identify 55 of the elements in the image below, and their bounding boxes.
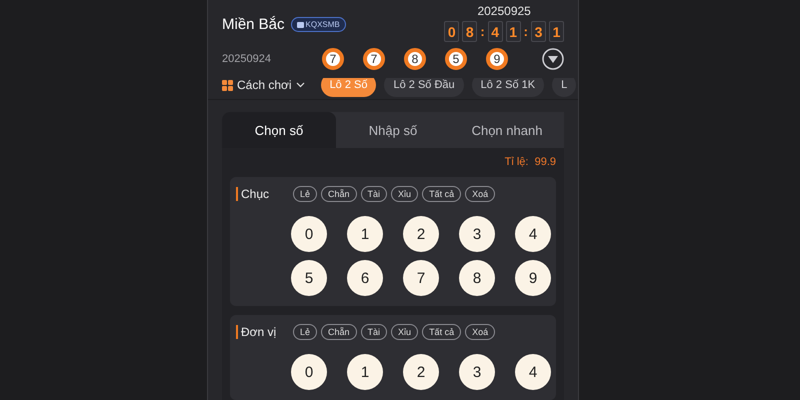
number-ball[interactable]: 5 bbox=[291, 260, 327, 296]
countdown-separator: : bbox=[480, 24, 485, 39]
filter-button[interactable]: Chẵn bbox=[321, 324, 357, 340]
countdown-digit: 8 bbox=[462, 21, 478, 42]
result-ball: 7 bbox=[363, 48, 385, 70]
play-type-tab[interactable]: L bbox=[552, 78, 576, 97]
number-ball[interactable]: 7 bbox=[403, 260, 439, 296]
mode-tab[interactable]: Chọn số bbox=[222, 112, 336, 148]
filter-button[interactable]: Xoá bbox=[465, 186, 496, 202]
chevron-down-icon bbox=[296, 82, 305, 88]
number-ball[interactable]: 6 bbox=[347, 260, 383, 296]
number-ball[interactable]: 9 bbox=[515, 260, 551, 296]
number-ball[interactable]: 0 bbox=[291, 216, 327, 252]
result-ball: 9 bbox=[486, 48, 508, 70]
filter-button[interactable]: Lẻ bbox=[293, 186, 318, 202]
region-title: Miền Bắc bbox=[222, 16, 285, 33]
number-ball[interactable]: 2 bbox=[403, 354, 439, 390]
grid-icon bbox=[222, 80, 233, 90]
odds-label: Tỉ lệ: 99.9 bbox=[504, 156, 556, 168]
result-ball: 5 bbox=[445, 48, 467, 70]
play-menu-button[interactable]: Cách chơi bbox=[222, 78, 305, 92]
number-ball[interactable]: 4 bbox=[515, 354, 551, 390]
filter-button[interactable]: Xỉu bbox=[391, 324, 418, 340]
filter-button[interactable]: Xỉu bbox=[391, 186, 418, 202]
countdown-separator: : bbox=[524, 24, 528, 39]
result-ball: 7 bbox=[322, 48, 344, 70]
filter-button[interactable]: Tất cả bbox=[422, 186, 462, 202]
countdown-digit: 4 bbox=[488, 21, 503, 42]
number-ball[interactable]: 1 bbox=[347, 354, 383, 390]
filter-button[interactable]: Xoá bbox=[465, 324, 496, 340]
number-ball[interactable]: 8 bbox=[459, 260, 495, 296]
result-ball: 8 bbox=[404, 48, 426, 70]
section-title: Đơn vị bbox=[236, 325, 289, 339]
countdown-digit: 0 bbox=[444, 21, 460, 42]
play-type-tab[interactable]: Lô 2 Số 1K bbox=[472, 78, 544, 97]
filter-button[interactable]: Chẵn bbox=[321, 186, 357, 202]
filter-button[interactable]: Tài bbox=[360, 186, 388, 202]
filter-button[interactable]: Lẻ bbox=[293, 324, 318, 340]
last-draw-date: 20250924 bbox=[222, 53, 272, 65]
badge-label: KQXSMB bbox=[306, 20, 340, 29]
section-title: Chục bbox=[236, 187, 289, 201]
filter-button[interactable]: Tài bbox=[360, 324, 388, 340]
filter-button[interactable]: Tất cả bbox=[422, 324, 462, 340]
number-ball[interactable]: 1 bbox=[347, 216, 383, 252]
number-ball[interactable]: 2 bbox=[403, 216, 439, 252]
number-ball[interactable]: 3 bbox=[459, 216, 495, 252]
next-draw-date: 20250925 bbox=[477, 4, 531, 18]
play-type-tab[interactable]: Lô 2 Số Đầu bbox=[384, 78, 464, 97]
countdown-digit: 3 bbox=[531, 21, 546, 42]
number-ball[interactable]: 3 bbox=[459, 354, 495, 390]
expand-icon[interactable] bbox=[542, 48, 564, 70]
countdown-digit: 1 bbox=[506, 21, 521, 42]
countdown-digit: 1 bbox=[549, 21, 564, 42]
number-ball[interactable]: 0 bbox=[291, 354, 327, 390]
number-ball[interactable]: 4 bbox=[515, 216, 551, 252]
